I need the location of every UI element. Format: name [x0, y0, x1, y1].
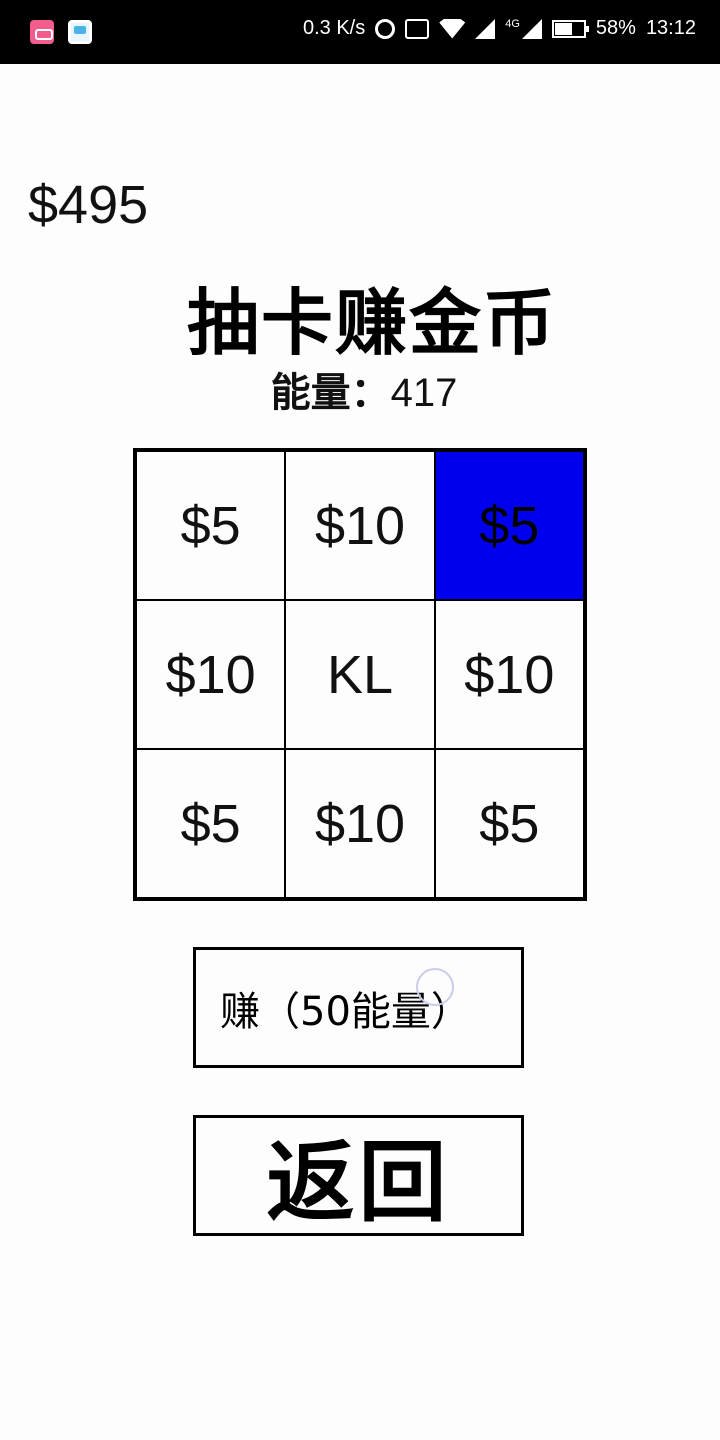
notification-app-icon	[68, 20, 92, 44]
signal-icon-2	[521, 18, 542, 39]
cast-icon	[405, 18, 430, 39]
bilibili-app-icon	[30, 20, 54, 44]
earn-button[interactable]: 赚（50能量）	[193, 947, 524, 1068]
wifi-icon	[439, 18, 466, 39]
grid-cell[interactable]: $5	[136, 749, 286, 898]
grid-cell[interactable]: $5	[434, 451, 584, 600]
back-button[interactable]: 返回	[193, 1115, 524, 1236]
clock: 13:12	[645, 17, 696, 39]
energy-label: 能量：	[270, 370, 391, 416]
battery-percent: 58%	[595, 17, 636, 39]
network-type: 4G	[505, 17, 520, 30]
grid-cell[interactable]: $10	[285, 749, 435, 898]
battery-icon	[551, 19, 589, 38]
grid-cell[interactable]: $10	[136, 600, 286, 749]
net-speed: 0.3 K/s	[302, 17, 366, 39]
system-indicators: 0.3 K/s 4G 58% 13:12	[303, 17, 696, 40]
page-title: 抽卡赚金币	[186, 281, 557, 365]
alarm-icon	[375, 18, 396, 39]
grid-cell[interactable]: $10	[434, 600, 584, 749]
grid-cell[interactable]: $10	[285, 451, 435, 600]
energy-display: 能量：417	[0, 360, 720, 418]
grid-cell[interactable]: $5	[136, 451, 286, 600]
notification-icons	[30, 20, 92, 44]
grid-cell[interactable]: KL	[285, 600, 435, 749]
grid-cell[interactable]: $5	[434, 749, 584, 898]
status-bar: 0.3 K/s 4G 58% 13:12	[0, 0, 720, 64]
energy-value: 417	[390, 371, 458, 415]
money-balance: $495	[28, 175, 149, 235]
signal-icon	[475, 18, 496, 39]
card-grid: $5 $10 $5 $10 KL $10 $5 $10 $5	[133, 448, 587, 901]
